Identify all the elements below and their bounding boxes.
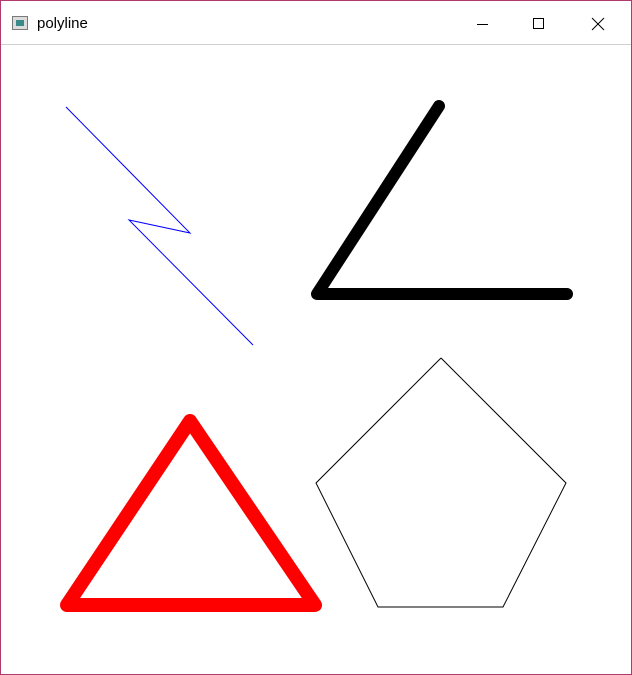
zigzag-polyline [65,106,254,346]
close-icon [591,17,605,31]
maximize-icon [533,18,544,29]
minimize-button[interactable] [453,1,511,44]
angle-polyline [311,100,573,300]
close-button[interactable] [569,1,627,44]
pentagon-polyline [315,357,567,608]
title-bar[interactable]: polyline [1,1,631,45]
polyline-canvas [60,100,573,612]
minimize-icon [477,24,488,25]
triangle-polyline [60,414,322,612]
maximize-button[interactable] [511,1,569,44]
app-window-icon[interactable] [12,16,28,30]
drawing-area [1,45,631,674]
app-window: polyline [0,0,632,675]
window-title: polyline [37,15,88,32]
